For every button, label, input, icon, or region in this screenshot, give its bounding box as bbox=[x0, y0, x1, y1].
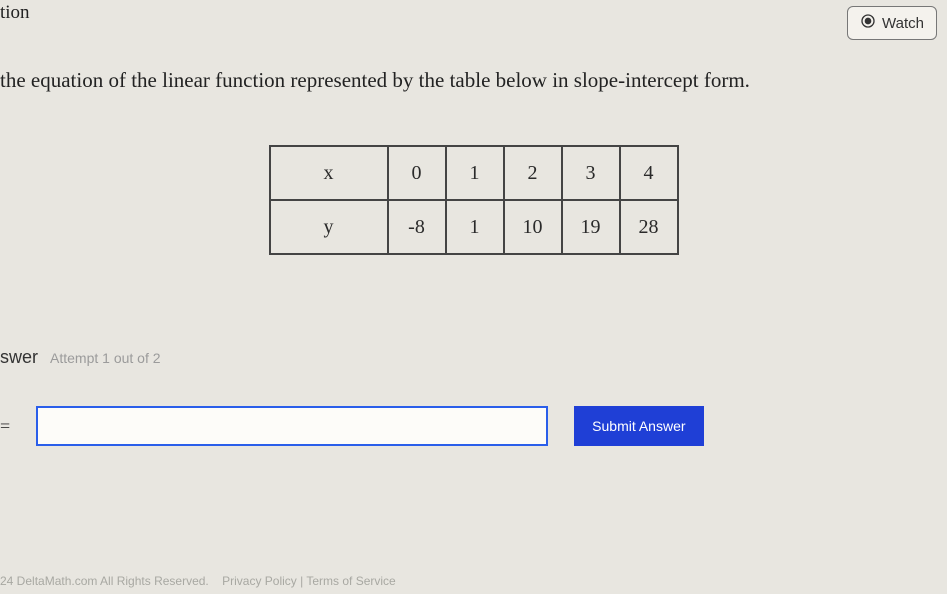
answer-header-fragment: swer bbox=[0, 347, 38, 368]
record-icon bbox=[860, 13, 876, 33]
cell: -8 bbox=[388, 200, 446, 254]
cell: 19 bbox=[562, 200, 620, 254]
footer: 24 DeltaMath.com All Rights Reserved. Pr… bbox=[0, 574, 396, 588]
question-prompt: the equation of the linear function repr… bbox=[0, 40, 947, 93]
row-label-x: x bbox=[270, 146, 388, 200]
table-row: y -8 1 10 19 28 bbox=[270, 200, 678, 254]
privacy-policy-link[interactable]: Privacy Policy bbox=[222, 574, 297, 588]
cell: 2 bbox=[504, 146, 562, 200]
cell: 1 bbox=[446, 200, 504, 254]
copyright-text: 24 DeltaMath.com All Rights Reserved. bbox=[0, 574, 209, 588]
terms-of-service-link[interactable]: Terms of Service bbox=[306, 574, 395, 588]
cell: 1 bbox=[446, 146, 504, 200]
cell: 28 bbox=[620, 200, 678, 254]
watch-label: Watch bbox=[882, 15, 924, 32]
table-row: x 0 1 2 3 4 bbox=[270, 146, 678, 200]
cell: 3 bbox=[562, 146, 620, 200]
equation-prefix: = bbox=[0, 416, 10, 437]
cell: 4 bbox=[620, 146, 678, 200]
submit-answer-button[interactable]: Submit Answer bbox=[574, 406, 703, 446]
question-header-fragment: tion bbox=[0, 0, 30, 24]
cell: 0 bbox=[388, 146, 446, 200]
watch-video-button[interactable]: Watch bbox=[847, 6, 937, 40]
attempt-counter: Attempt 1 out of 2 bbox=[50, 350, 161, 366]
answer-input[interactable] bbox=[36, 406, 548, 446]
row-label-y: y bbox=[270, 200, 388, 254]
cell: 10 bbox=[504, 200, 562, 254]
xy-table: x 0 1 2 3 4 y -8 1 10 19 28 bbox=[269, 145, 679, 255]
